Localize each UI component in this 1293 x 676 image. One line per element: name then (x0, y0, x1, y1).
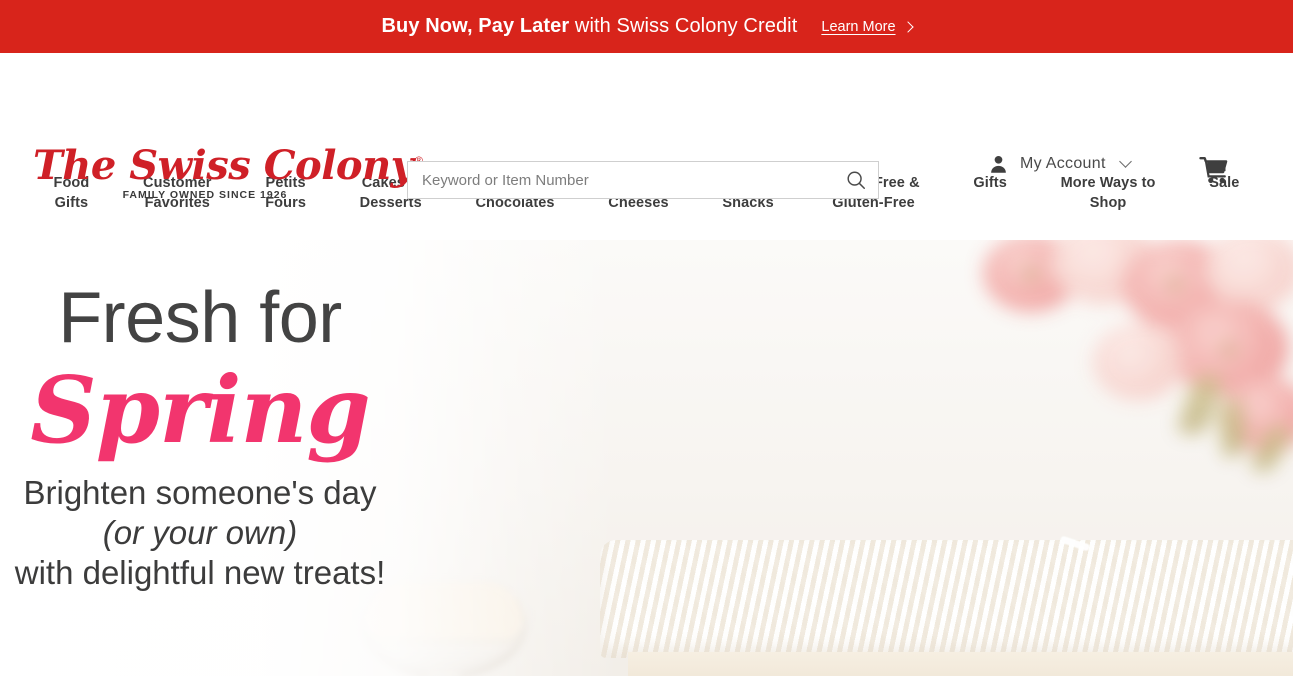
hero-headline-spring: Spring (30, 356, 370, 464)
logo-wordmark: The Swiss Colony® (33, 146, 424, 186)
search-icon (847, 171, 865, 189)
shopping-cart-icon (1199, 157, 1228, 183)
chevron-right-icon (901, 20, 914, 33)
search-input[interactable] (408, 162, 834, 198)
logo-tagline: FAMILY OWNED SINCE 1926 (122, 189, 288, 201)
coconut-cake-back (600, 540, 1293, 676)
hero-subtext-line1: Brighten someone's day (23, 473, 377, 511)
my-account-label: My Account (1020, 155, 1106, 172)
person-icon (991, 155, 1006, 173)
nav-item-more-ways-to-shop[interactable]: More Ways to Shop (1061, 173, 1156, 213)
hero-banner[interactable]: Fresh for Spring Brighten someone's day … (0, 240, 1293, 676)
my-account-menu[interactable]: My Account (988, 153, 1132, 175)
hero-headline-line1: Fresh for (58, 278, 342, 358)
promo-banner-text-rest: with Swiss Colony Credit (569, 15, 798, 37)
learn-more-link[interactable]: Learn More (821, 18, 914, 35)
blossoms-decoration (973, 240, 1293, 488)
hero-copy: Fresh for Spring Brighten someone's day … (0, 240, 400, 593)
hero-subtext-line2: (or your own) (102, 513, 298, 551)
learn-more-label: Learn More (821, 18, 896, 35)
cart-button[interactable] (1199, 156, 1229, 189)
promo-banner-text-bold: Buy Now, Pay Later (381, 15, 570, 37)
chevron-down-icon (1118, 154, 1132, 168)
site-logo[interactable]: The Swiss Colony® FAMILY OWNED SINCE 192… (33, 146, 424, 212)
search-button[interactable] (834, 162, 878, 198)
promo-banner-text: Buy Now, Pay Later with Swiss Colony Cre… (381, 15, 797, 38)
hero-subtext-line3: with delightful new treats! (14, 554, 386, 592)
promo-banner: Buy Now, Pay Later with Swiss Colony Cre… (0, 0, 1293, 53)
logo-wordmark-text: The Swiss Colony (33, 142, 414, 189)
site-header: The Swiss Colony® FAMILY OWNED SINCE 192… (0, 53, 1293, 201)
search-bar (407, 161, 879, 199)
nav-item-gifts[interactable]: Gifts (973, 173, 1007, 193)
